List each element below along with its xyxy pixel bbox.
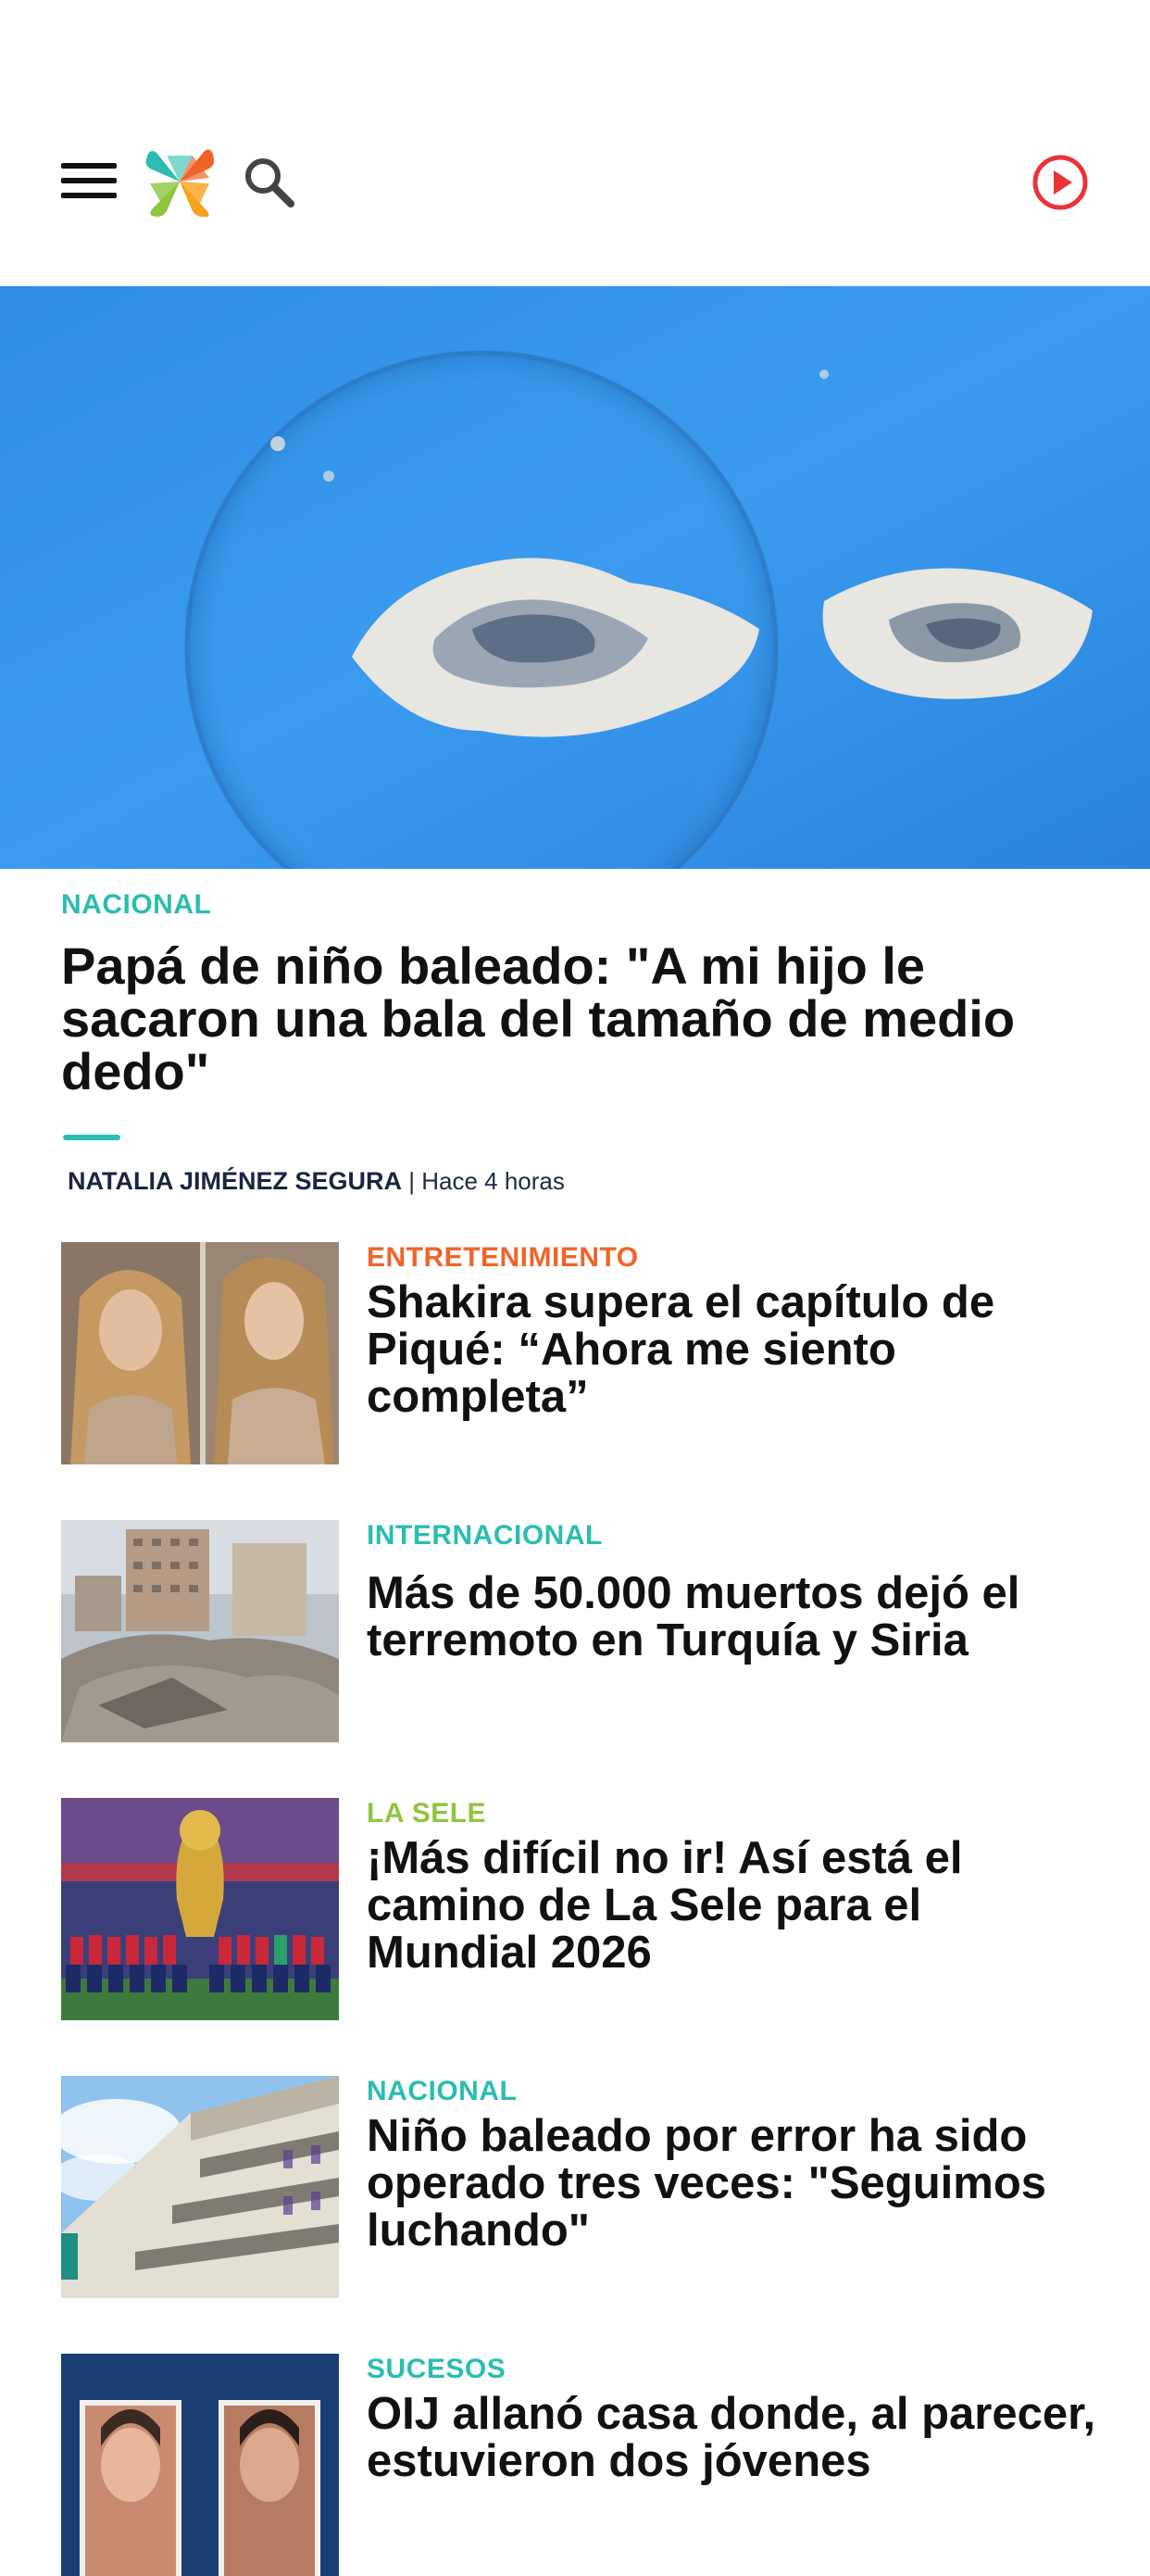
article-category-label[interactable]: SUCESOS: [367, 2354, 1098, 2385]
article-headline[interactable]: Shakira supera el capítulo de Piqué: “Ah…: [367, 1279, 1098, 1421]
article-text: NACIONAL Niño baleado por error ha sido …: [367, 2076, 1098, 2255]
hamburger-menu-icon[interactable]: [61, 159, 117, 202]
teletica-logo-icon[interactable]: [144, 146, 215, 217]
top-bar: [0, 0, 1150, 286]
byline: NATALIA JIMÉNEZ SEGURA | Hace 4 horas: [68, 1167, 565, 1196]
hero-article[interactable]: NACIONAL Papá de niño baleado: "A mi hij…: [61, 889, 1089, 1098]
article-item-oij[interactable]: SUCESOS OIJ allanó casa donde, al parece…: [61, 2354, 1095, 2576]
menu-line: [61, 178, 117, 183]
article-thumbnail[interactable]: [61, 1520, 339, 1742]
article-thumbnail[interactable]: [61, 1798, 339, 2020]
play-circle-icon[interactable]: [1031, 154, 1089, 211]
accent-divider: [63, 1135, 120, 1140]
article-thumbnail[interactable]: [61, 2076, 339, 2298]
publish-time: | Hace 4 horas: [408, 1167, 565, 1195]
article-category-label[interactable]: NACIONAL: [367, 2076, 1098, 2107]
search-icon[interactable]: [243, 156, 296, 209]
article-text: INTERNACIONAL Más de 50.000 muertos dejó…: [367, 1520, 1098, 1665]
author-name[interactable]: NATALIA JIMÉNEZ SEGURA: [68, 1167, 402, 1195]
article-item-terremoto[interactable]: INTERNACIONAL Más de 50.000 muertos dejó…: [61, 1520, 1089, 1742]
article-text: ENTRETENIMIENTO Shakira supera el capítu…: [367, 1242, 1098, 1421]
menu-line: [61, 193, 117, 198]
article-item-nino-baleado[interactable]: NACIONAL Niño baleado por error ha sido …: [61, 2076, 1089, 2298]
article-item-shakira[interactable]: ENTRETENIMIENTO Shakira supera el capítu…: [61, 1242, 1089, 1464]
hero-category-label[interactable]: NACIONAL: [61, 889, 1089, 921]
hero-headline[interactable]: Papá de niño baleado: "A mi hijo le saca…: [61, 939, 1089, 1098]
article-headline[interactable]: ¡Más difícil no ir! Así está el camino d…: [367, 1835, 1098, 1977]
article-headline[interactable]: Más de 50.000 muertos dejó el terremoto …: [367, 1570, 1098, 1665]
article-text: LA SELE ¡Más difícil no ir! Así está el …: [367, 1798, 1098, 1977]
article-thumbnail[interactable]: [61, 1242, 339, 1464]
article-category-label[interactable]: ENTRETENIMIENTO: [367, 1242, 1098, 1274]
article-thumbnail[interactable]: [61, 2354, 339, 2576]
article-category-label[interactable]: LA SELE: [367, 1798, 1098, 1829]
article-headline[interactable]: Niño baleado por error ha sido operado t…: [367, 2113, 1098, 2255]
article-headline[interactable]: OIJ allanó casa donde, al parecer, estuv…: [367, 2391, 1098, 2485]
menu-line: [61, 163, 117, 169]
article-text: SUCESOS OIJ allanó casa donde, al parece…: [367, 2354, 1098, 2485]
article-item-la-sele[interactable]: LA SELE ¡Más difícil no ir! Así está el …: [61, 1798, 1089, 2020]
hero-image[interactable]: [0, 286, 1150, 869]
article-category-label[interactable]: INTERNACIONAL: [367, 1520, 1098, 1552]
